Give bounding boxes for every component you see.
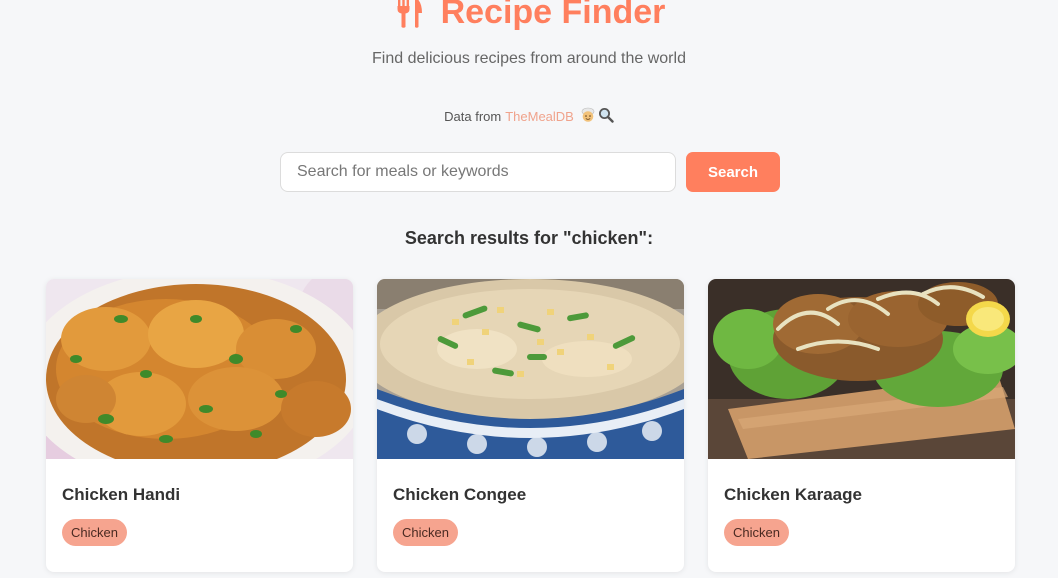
results-heading: Search results for "chicken": <box>404 228 654 248</box>
recipe-image-chicken-congee <box>377 279 684 459</box>
category-tag: Chicken <box>393 519 458 546</box>
recipe-card-body: Chicken Congee Chicken <box>377 459 684 546</box>
page-title-text: Recipe Finder <box>440 0 666 31</box>
recipe-finder-page: Recipe Finder Find delicious recipes fro… <box>0 0 1058 578</box>
data-attribution: Data from TheMealDB <box>0 107 1058 126</box>
data-attribution-prefix: Data from <box>444 109 502 124</box>
search-button[interactable]: Search <box>686 152 780 192</box>
recipe-title: Chicken Congee <box>393 485 527 504</box>
recipe-image-chicken-karaage <box>708 279 1015 459</box>
results-grid: Chicken Handi Chicken Chicken Congee Chi… <box>46 279 1015 572</box>
magnifier-emoji-icon <box>598 107 614 126</box>
search-bar: Search <box>280 152 780 192</box>
category-tag: Chicken <box>62 519 127 546</box>
page-title: Recipe Finder <box>0 0 1058 36</box>
recipe-card-body: Chicken Handi Chicken <box>46 459 353 546</box>
recipe-card[interactable]: Chicken Karaage Chicken <box>708 279 1015 572</box>
fork-knife-icon <box>393 0 427 29</box>
attribution-emojis <box>580 107 614 126</box>
search-input[interactable] <box>280 152 676 192</box>
recipe-title: Chicken Karaage <box>724 485 862 504</box>
recipe-card[interactable]: Chicken Congee Chicken <box>377 279 684 572</box>
recipe-title: Chicken Handi <box>62 485 181 504</box>
themealdb-link[interactable]: TheMealDB <box>505 109 574 124</box>
recipe-card-body: Chicken Karaage Chicken <box>708 459 1015 546</box>
page-subtitle: Find delicious recipes from around the w… <box>372 50 686 67</box>
recipe-image-chicken-handi <box>46 279 353 459</box>
recipe-card[interactable]: Chicken Handi Chicken <box>46 279 353 572</box>
chef-emoji-icon <box>580 107 596 126</box>
category-tag: Chicken <box>724 519 789 546</box>
